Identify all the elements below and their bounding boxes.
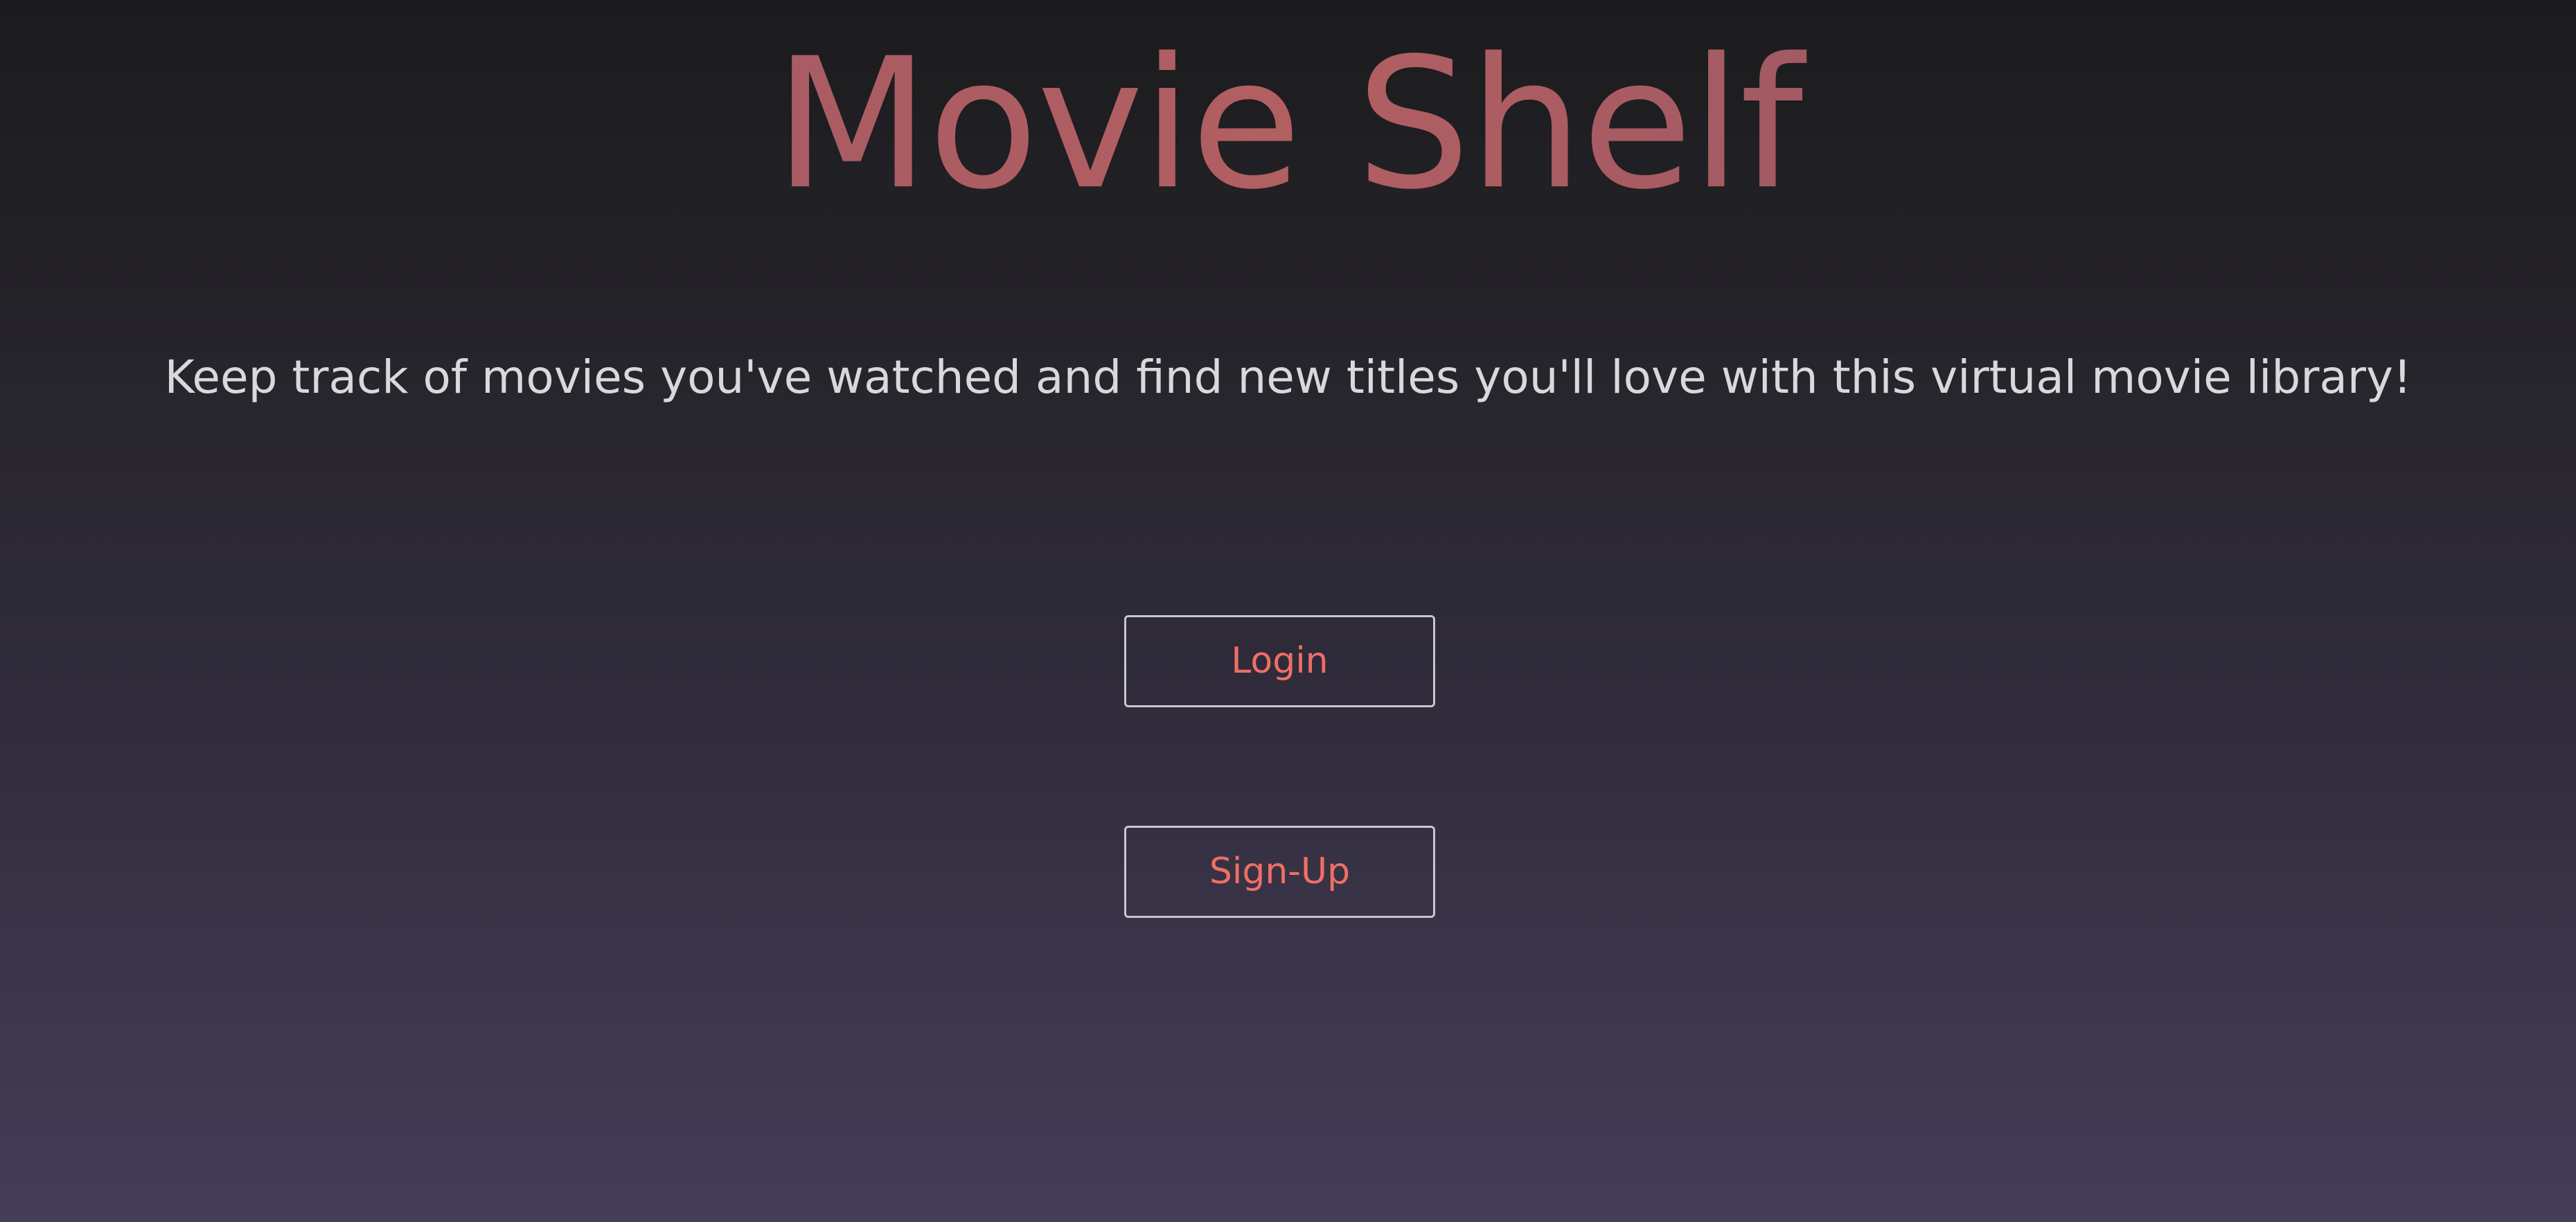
- login-button[interactable]: Login: [1124, 615, 1435, 707]
- tagline: Keep track of movies you've watched and …: [164, 351, 2412, 404]
- page-title: Movie Shelf: [0, 28, 2576, 222]
- signup-button[interactable]: Sign-Up: [1124, 826, 1435, 918]
